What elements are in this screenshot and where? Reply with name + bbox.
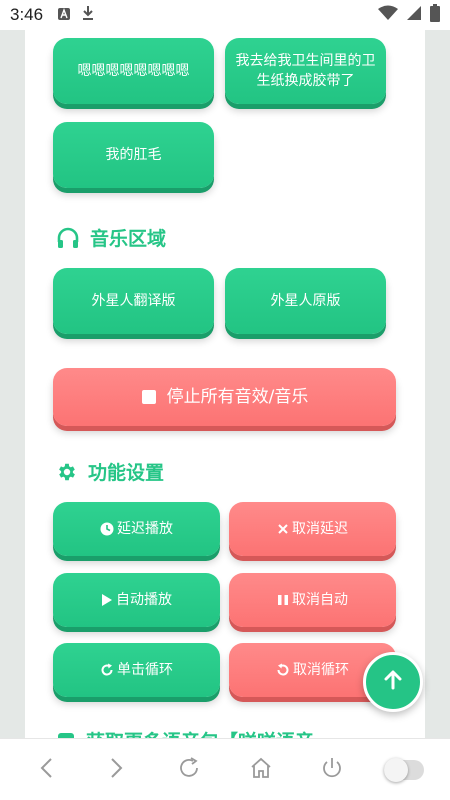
arrow-up-icon <box>381 668 405 696</box>
sound-button[interactable]: 我去给我卫生间里的卫生纸换成胶带了 <box>225 38 386 104</box>
loop-play-label: 单击循环 <box>117 662 173 678</box>
music-button-label: 外星人原版 <box>270 293 341 309</box>
power-icon <box>320 756 344 784</box>
cancel-auto-label: 取消自动 <box>292 592 348 608</box>
power-button[interactable] <box>312 750 352 790</box>
music-section-title: 音乐区域 <box>56 224 166 251</box>
app-notification-icon <box>57 6 71 25</box>
signal-icon <box>406 5 422 25</box>
headphones-icon <box>56 227 80 249</box>
stop-all-label: 停止所有音效/音乐 <box>166 387 309 407</box>
mode-toggle[interactable] <box>384 750 425 790</box>
sound-button-label: 我去给我卫生间里的卫生纸换成胶带了 <box>235 53 376 89</box>
cancel-auto-button[interactable]: 取消自动 <box>229 573 396 627</box>
music-section-label: 音乐区域 <box>90 228 167 250</box>
pause-icon <box>277 594 289 606</box>
redo-icon <box>100 663 114 677</box>
music-button[interactable]: 外星人原版 <box>225 268 386 334</box>
cancel-loop-label: 取消循环 <box>293 662 349 678</box>
cancel-delay-button[interactable]: 取消延迟 <box>229 502 396 556</box>
refresh-button[interactable] <box>169 750 209 790</box>
next-section-title: 获取更多语音包【咩咩语音 <box>56 727 314 738</box>
back-button[interactable] <box>26 750 66 790</box>
bottom-navigation <box>0 738 450 800</box>
battery-icon <box>430 4 440 26</box>
link-icon <box>56 731 76 738</box>
scroll-top-button[interactable] <box>363 652 423 712</box>
clock-icon <box>100 522 114 536</box>
home-icon <box>249 756 273 784</box>
settings-section-label: 功能设置 <box>88 462 165 484</box>
content-card: 嗯嗯嗯嗯嗯嗯嗯嗯 我去给我卫生间里的卫生纸换成胶带了 我的肛毛 音乐区域 外星人… <box>25 30 425 738</box>
music-button-label: 外星人翻译版 <box>91 293 176 309</box>
sound-button-label: 我的肛毛 <box>105 147 162 163</box>
forward-button[interactable] <box>97 750 137 790</box>
status-bar: 3:46 <box>0 0 450 30</box>
stop-icon <box>141 389 157 405</box>
music-button[interactable]: 外星人翻译版 <box>53 268 214 334</box>
sound-button-label: 嗯嗯嗯嗯嗯嗯嗯嗯 <box>77 63 190 79</box>
stop-all-button[interactable]: 停止所有音效/音乐 <box>53 368 396 426</box>
delay-play-label: 延迟播放 <box>117 521 173 537</box>
wifi-icon <box>378 5 398 25</box>
next-section-label: 获取更多语音包【咩咩语音 <box>86 727 314 738</box>
auto-play-button[interactable]: 自动播放 <box>53 573 220 627</box>
gear-icon <box>56 461 78 483</box>
loop-play-button[interactable]: 单击循环 <box>53 643 220 697</box>
play-icon <box>101 593 113 607</box>
sound-button[interactable]: 嗯嗯嗯嗯嗯嗯嗯嗯 <box>53 38 214 104</box>
delay-play-button[interactable]: 延迟播放 <box>53 502 220 556</box>
home-button[interactable] <box>241 750 281 790</box>
status-time: 3:46 <box>10 5 44 24</box>
undo-icon <box>276 663 290 677</box>
close-icon <box>277 523 289 535</box>
cancel-delay-label: 取消延迟 <box>292 521 348 537</box>
chevron-right-icon <box>110 757 124 783</box>
auto-play-label: 自动播放 <box>116 592 172 608</box>
chevron-left-icon <box>39 757 53 783</box>
download-icon <box>81 5 95 25</box>
sound-button[interactable]: 我的肛毛 <box>53 122 214 188</box>
settings-section-title: 功能设置 <box>56 458 164 485</box>
refresh-icon <box>177 756 201 784</box>
toggle-switch[interactable] <box>384 757 425 782</box>
